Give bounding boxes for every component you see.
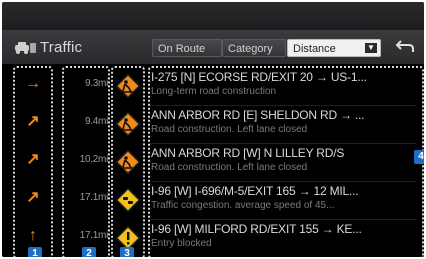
chevron-down-icon: ▼ xyxy=(365,43,377,53)
traffic-car-icon xyxy=(15,42,36,54)
page-title: Traffic xyxy=(40,39,83,56)
callout-badge-1: 1 xyxy=(28,247,42,257)
distance-sort-dropdown[interactable]: Distance ▼ xyxy=(287,39,381,57)
back-arrow-icon xyxy=(395,40,414,52)
incident-type-column-frame xyxy=(111,66,145,257)
navigation-screen: Traffic On Route Category Distance ▼ → 9… xyxy=(2,2,424,257)
incident-details-frame xyxy=(148,66,424,257)
callout-badge-3: 3 xyxy=(120,247,134,257)
callout-badge-4: 4 xyxy=(414,150,424,164)
direction-column-frame xyxy=(13,66,53,257)
distance-column-frame xyxy=(62,66,110,257)
back-button[interactable] xyxy=(390,38,420,58)
callout-badge-2: 2 xyxy=(82,247,96,257)
tab-category[interactable]: Category xyxy=(222,39,286,57)
tab-on-route[interactable]: On Route xyxy=(152,39,222,57)
traffic-header: Traffic On Route Category Distance ▼ xyxy=(2,30,424,64)
distance-sort-label: Distance xyxy=(293,43,336,55)
